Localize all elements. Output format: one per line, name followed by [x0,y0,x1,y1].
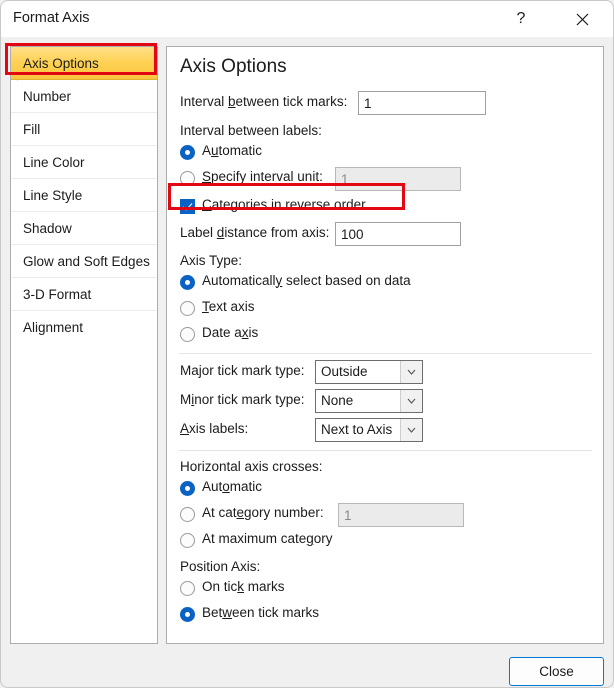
sidebar-item-fill[interactable]: Fill [11,113,157,146]
sidebar-item-3d-format[interactable]: 3-D Format [11,278,157,311]
radio-position-on-tick-marks-label: On tick marks [202,579,285,594]
minor-tick-mark-type-dropdown[interactable]: None [315,389,423,413]
label-distance-input[interactable] [335,222,461,246]
title-bar: Format Axis ? [1,1,613,37]
radio-crosses-automatic-label: Automatic [202,479,263,494]
separator-2 [179,450,592,451]
chevron-down-icon [400,361,422,383]
sidebar-item-label: Line Color [23,155,85,170]
axis-labels-value: Next to Axis [321,422,393,437]
label-distance-label: Label distance from axis: [180,225,330,240]
radio-crosses-automatic[interactable] [180,481,195,496]
radio-position-between-tick-marks-label: Between tick marks [202,605,320,620]
sidebar-item-label: Glow and Soft Edges [23,254,150,269]
dialog-body: Axis Options Number Fill Line Color Line… [1,37,613,687]
radio-crosses-at-category-number-label: At category number: [202,505,324,520]
major-tick-mark-type-value: Outside [321,364,368,379]
sidebar-item-glow-and-soft-edges[interactable]: Glow and Soft Edges [11,245,157,278]
separator-1 [179,353,592,354]
radio-interval-automatic-label: Automatic [202,143,263,158]
radio-specify-interval-unit-label: Specify interval unit: [202,169,323,184]
help-icon[interactable]: ? [498,1,544,37]
sidebar-item-label: 3-D Format [23,287,92,302]
radio-position-on-tick-marks[interactable] [180,581,195,596]
close-button[interactable]: Close [509,657,604,686]
sidebar-item-alignment[interactable]: Alignment [11,311,157,344]
close-x-icon[interactable] [553,1,611,37]
chevron-down-icon [400,419,422,441]
page-title: Axis Options [180,56,287,77]
sidebar-item-label: Alignment [23,320,84,335]
category-list[interactable]: Axis Options Number Fill Line Color Line… [10,46,158,644]
radio-axis-type-automatic-label: Automatically select based on data [202,273,411,288]
radio-position-between-tick-marks[interactable] [180,607,195,622]
sidebar-item-label: Fill [23,122,41,137]
sidebar-item-label: Line Style [23,188,83,203]
axis-labels-dropdown[interactable]: Next to Axis [315,418,423,442]
radio-crosses-at-maximum-category[interactable] [180,533,195,548]
axis-labels-label: Axis labels: [180,421,249,436]
minor-tick-mark-type-label: Minor tick mark type: [180,392,305,407]
sidebar-item-number[interactable]: Number [11,80,157,113]
interval-labels-group-label: Interval between labels: [180,123,322,138]
sidebar-item-line-color[interactable]: Line Color [11,146,157,179]
radio-specify-interval-unit[interactable] [180,171,195,186]
specify-interval-unit-input[interactable] [335,167,461,191]
radio-axis-type-text[interactable] [180,301,195,316]
checkbox-categories-reverse-order-label: Categories in reverse order [202,197,366,212]
sidebar-item-label: Shadow [23,221,72,236]
major-tick-mark-type-label: Major tick mark type: [180,363,305,378]
minor-tick-mark-type-value: None [321,393,354,408]
window-title: Format Axis [13,10,90,26]
axis-type-group-label: Axis Type: [180,253,243,268]
at-category-number-input[interactable] [338,503,464,527]
radio-interval-automatic[interactable] [180,145,195,160]
radio-axis-type-text-label: Text axis [202,299,255,314]
radio-axis-type-automatic[interactable] [180,275,195,290]
major-tick-mark-type-dropdown[interactable]: Outside [315,360,423,384]
format-axis-dialog: Format Axis ? Axis Options Number Fill L… [0,0,614,688]
sidebar-item-label: Axis Options [23,56,99,71]
position-axis-group-label: Position Axis: [180,559,261,574]
interval-tick-marks-label: Interval between tick marks: [180,94,348,109]
sidebar-item-shadow[interactable]: Shadow [11,212,157,245]
axis-options-panel: Axis Options Interval between tick marks… [166,46,604,644]
radio-axis-type-date-label: Date axis [202,325,259,340]
interval-tick-marks-input[interactable] [358,91,486,115]
sidebar-item-label: Number [23,89,72,104]
horizontal-crosses-group-label: Horizontal axis crosses: [180,459,323,474]
sidebar-item-axis-options[interactable]: Axis Options [11,47,157,80]
sidebar-item-line-style[interactable]: Line Style [11,179,157,212]
radio-crosses-at-category-number[interactable] [180,507,195,522]
checkbox-categories-reverse-order[interactable] [180,199,195,214]
chevron-down-icon [400,390,422,412]
radio-crosses-at-maximum-category-label: At maximum category [202,531,333,546]
radio-axis-type-date[interactable] [180,327,195,342]
